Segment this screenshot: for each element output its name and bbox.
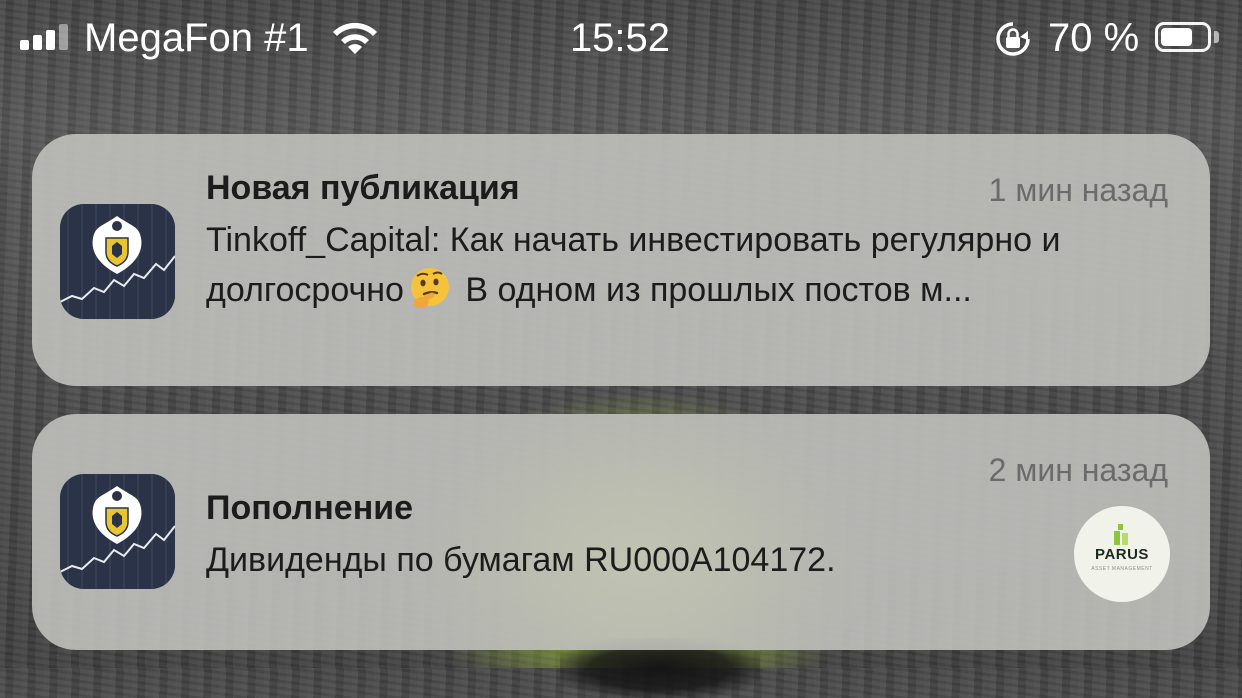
notification-body: Дивиденды по бумагам RU000A104172. (206, 541, 836, 579)
notification-title: Пополнение (206, 489, 414, 527)
notification-card[interactable]: 2 мин назад Пополнение Дивиденды по бума… (32, 414, 1210, 650)
status-bar: MegaFon #1 15:52 70 % (0, 0, 1242, 80)
notification-title: Новая публикация (206, 169, 520, 207)
parus-logo-text: PARUS (1095, 546, 1149, 563)
parus-logo-subtitle: ASSET MANAGEMENT (1091, 566, 1153, 572)
battery-percentage: 70 % (1048, 16, 1140, 60)
notification-card[interactable]: Новая публикация 1 мин назад Tinkoff_Cap… (32, 134, 1210, 386)
tinkoff-app-icon (60, 474, 175, 589)
notification-body: Tinkoff_Capital: Как начать инвестироват… (206, 216, 1166, 315)
parus-thumbnail: PARUS ASSET MANAGEMENT (1074, 506, 1170, 602)
rotation-lock-icon (996, 22, 1030, 56)
tinkoff-logo-icon (60, 204, 175, 319)
battery-level-fill (1161, 28, 1192, 46)
signal-icon (20, 24, 68, 50)
notification-time: 2 мин назад (988, 452, 1168, 488)
parus-logo-mark-icon (1114, 524, 1128, 545)
wifi-icon (333, 22, 377, 54)
battery-icon (1155, 22, 1211, 52)
carrier-name: MegaFon #1 (84, 16, 309, 60)
notification-body-text-cont: В одном из прошлых постов м... (455, 271, 972, 309)
battery-cap (1214, 31, 1219, 43)
tinkoff-logo-icon (60, 474, 175, 589)
notification-time: 1 мин назад (988, 172, 1168, 208)
tinkoff-app-icon (60, 204, 175, 319)
thinking-face-emoji (410, 268, 449, 308)
status-clock: 15:52 (569, 16, 671, 60)
